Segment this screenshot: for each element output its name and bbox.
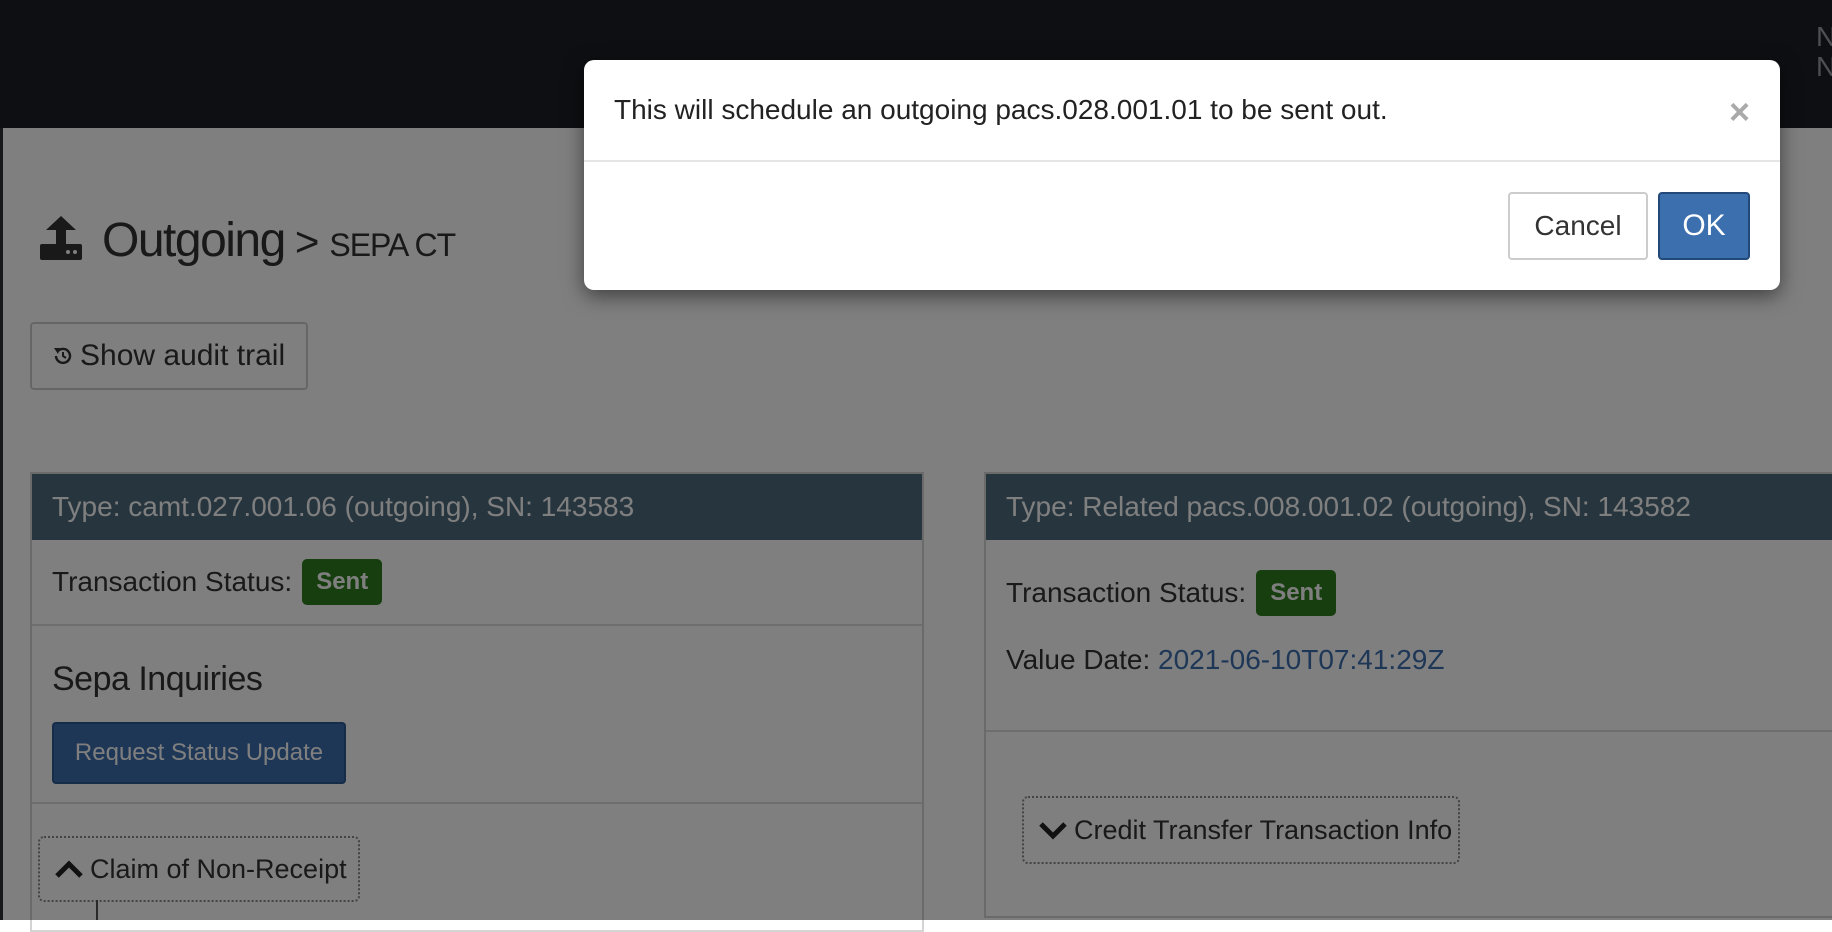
dialog-header: This will schedule an outgoing pacs.028.… bbox=[584, 60, 1780, 162]
close-icon[interactable]: × bbox=[1729, 94, 1750, 130]
ok-button[interactable]: OK bbox=[1658, 192, 1750, 260]
dialog-message: This will schedule an outgoing pacs.028.… bbox=[614, 94, 1388, 125]
cancel-button[interactable]: Cancel bbox=[1508, 192, 1648, 260]
confirm-dialog: This will schedule an outgoing pacs.028.… bbox=[584, 60, 1780, 290]
